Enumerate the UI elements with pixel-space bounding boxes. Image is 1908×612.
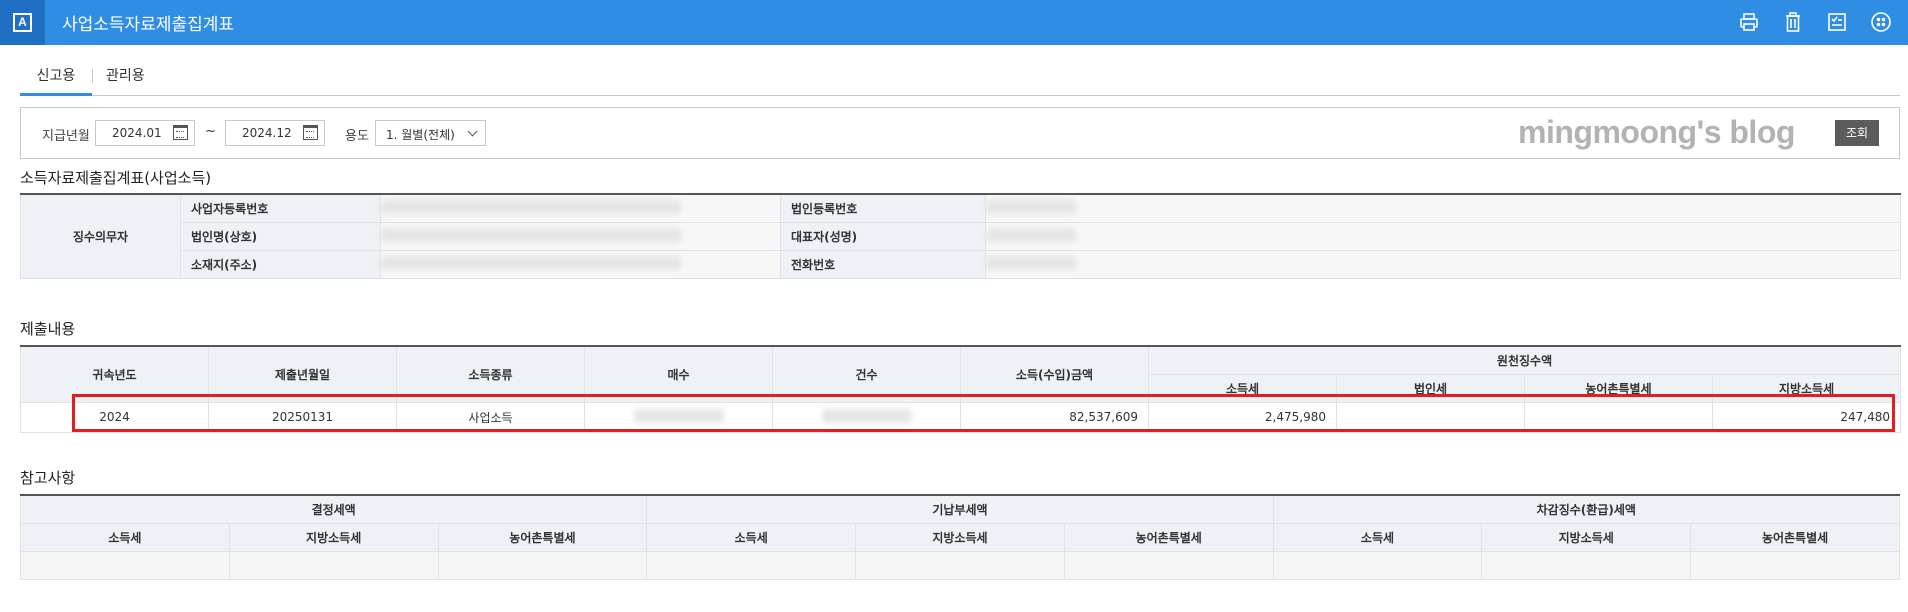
corp-name-value	[380, 221, 781, 251]
col-withholding: 원천징수액	[1147, 345, 1902, 375]
cell-empty	[228, 550, 439, 580]
col-rural-tax: 농어촌특별세	[437, 522, 648, 552]
date-to-value: 2024.12	[242, 126, 292, 140]
col-local-tax: 지방소득세	[1481, 522, 1692, 552]
cell-empty	[1063, 550, 1274, 580]
corp-reg-no-value	[985, 193, 1901, 223]
date-from-input[interactable]: 2024.01	[95, 120, 195, 146]
date-from-value: 2024.01	[112, 126, 162, 140]
purpose-select[interactable]: 1. 월별(전체)	[375, 120, 486, 146]
date-to-input[interactable]: 2024.12	[225, 120, 325, 146]
section-title-submission: 제출내용	[20, 320, 76, 338]
purpose-select-value: 1. 월별(전체)	[386, 128, 455, 142]
cell-income-type: 사업소득	[396, 401, 585, 433]
window-title: 사업소득자료제출집계표	[62, 15, 235, 35]
purpose-label: 용도	[345, 129, 369, 144]
cell-empty	[20, 550, 230, 580]
submission-table: 귀속년도 제출년월일 소득종류 매수 건수 소득(수입)금액 원천징수액 소득세…	[20, 345, 1902, 433]
cell-count	[772, 401, 961, 433]
cell-income-tax: 2,475,980	[1148, 401, 1337, 433]
cell-corp-tax	[1336, 401, 1525, 433]
col-amount: 소득(수입)금액	[960, 345, 1149, 403]
address-value	[380, 249, 781, 279]
biz-reg-no-value	[380, 193, 781, 223]
representative-label: 대표자(성명)	[780, 221, 986, 251]
group-determined-tax: 결정세액	[19, 494, 648, 524]
cell-empty	[437, 550, 648, 580]
withholder-label: 징수의무자	[20, 193, 181, 279]
col-income-tax: 소득세	[20, 522, 230, 552]
col-income-type: 소득종류	[396, 345, 585, 403]
col-income-tax: 소득세	[646, 522, 857, 552]
section-title-summary: 소득자료제출집계표(사업소득)	[20, 169, 212, 187]
col-local-tax: 지방소득세	[855, 522, 1065, 552]
corp-name-label: 법인명(상호)	[180, 221, 381, 251]
col-corp-tax: 법인세	[1336, 373, 1525, 403]
table-row[interactable]: 2024 20250131 사업소득 82,537,609 2,475,980 …	[20, 401, 1902, 433]
col-submit-date: 제출년월일	[208, 345, 397, 403]
phone-label: 전화번호	[780, 249, 986, 279]
cell-sheets	[584, 401, 773, 433]
cell-empty	[1690, 550, 1900, 580]
chevron-down-icon	[467, 126, 478, 137]
col-rural-tax: 농어촌특별세	[1524, 373, 1713, 403]
blog-watermark: mingmoong's blog	[1518, 114, 1795, 150]
section-title-reference: 참고사항	[20, 469, 76, 487]
cell-submit-date: 20250131	[208, 401, 397, 433]
cell-empty	[646, 550, 857, 580]
biz-reg-no-label: 사업자등록번호	[180, 193, 381, 223]
cell-empty	[1481, 550, 1692, 580]
col-count: 건수	[772, 345, 961, 403]
col-year: 귀속년도	[20, 345, 209, 403]
app-icon[interactable]: A	[0, 0, 45, 45]
cell-empty	[1272, 550, 1483, 580]
calendar-icon[interactable]	[173, 125, 188, 140]
address-label: 소재지(주소)	[180, 249, 381, 279]
more-icon[interactable]	[1868, 9, 1894, 35]
representative-value	[985, 221, 1901, 251]
toolbar-icons	[1736, 9, 1894, 35]
query-button[interactable]: 조회	[1835, 120, 1879, 146]
checklist-icon[interactable]	[1824, 9, 1850, 35]
calendar-icon[interactable]	[303, 125, 318, 140]
period-label: 지급년월	[42, 129, 90, 144]
tab-report[interactable]: 신고용	[20, 58, 92, 96]
table-row	[20, 550, 1900, 580]
col-local-tax: 지방소득세	[1711, 373, 1902, 403]
tab-management[interactable]: 관리용	[106, 58, 145, 96]
corp-reg-no-label: 법인등록번호	[780, 193, 986, 223]
tab-divider	[92, 69, 93, 83]
reference-table: 결정세액 기납부세액 차감징수(환급)세액 소득세 지방소득세 농어촌특별세 소…	[19, 494, 1901, 580]
col-sheets: 매수	[584, 345, 773, 403]
date-separator: ~	[205, 124, 216, 139]
cell-rural-tax	[1524, 401, 1713, 433]
withholder-info-table: 징수의무자 사업자등록번호 법인등록번호 법인명(상호) 대표자(성명) 소재지…	[20, 193, 1901, 279]
cell-empty	[855, 550, 1065, 580]
tab-bar: 신고용 관리용	[20, 58, 1900, 96]
app-letter-icon: A	[13, 13, 32, 32]
col-rural-tax: 농어촌특별세	[1690, 522, 1900, 552]
search-panel: 지급년월 2024.01 ~ 2024.12 용도 1. 월별(전체) ming…	[20, 107, 1900, 159]
phone-value	[985, 249, 1901, 279]
trash-icon[interactable]	[1780, 9, 1806, 35]
cell-amount: 82,537,609	[960, 401, 1149, 433]
group-net-tax: 차감징수(환급)세액	[1272, 494, 1901, 524]
col-income-tax: 소득세	[1148, 373, 1337, 403]
print-icon[interactable]	[1736, 9, 1762, 35]
col-rural-tax: 농어촌특별세	[1063, 522, 1274, 552]
cell-year: 2024	[20, 401, 209, 433]
group-prepaid-tax: 기납부세액	[646, 494, 1274, 524]
col-income-tax: 소득세	[1272, 522, 1483, 552]
cell-local-tax: 247,480	[1711, 401, 1902, 433]
title-bar: A 사업소득자료제출집계표	[0, 0, 1908, 45]
col-local-tax: 지방소득세	[228, 522, 439, 552]
